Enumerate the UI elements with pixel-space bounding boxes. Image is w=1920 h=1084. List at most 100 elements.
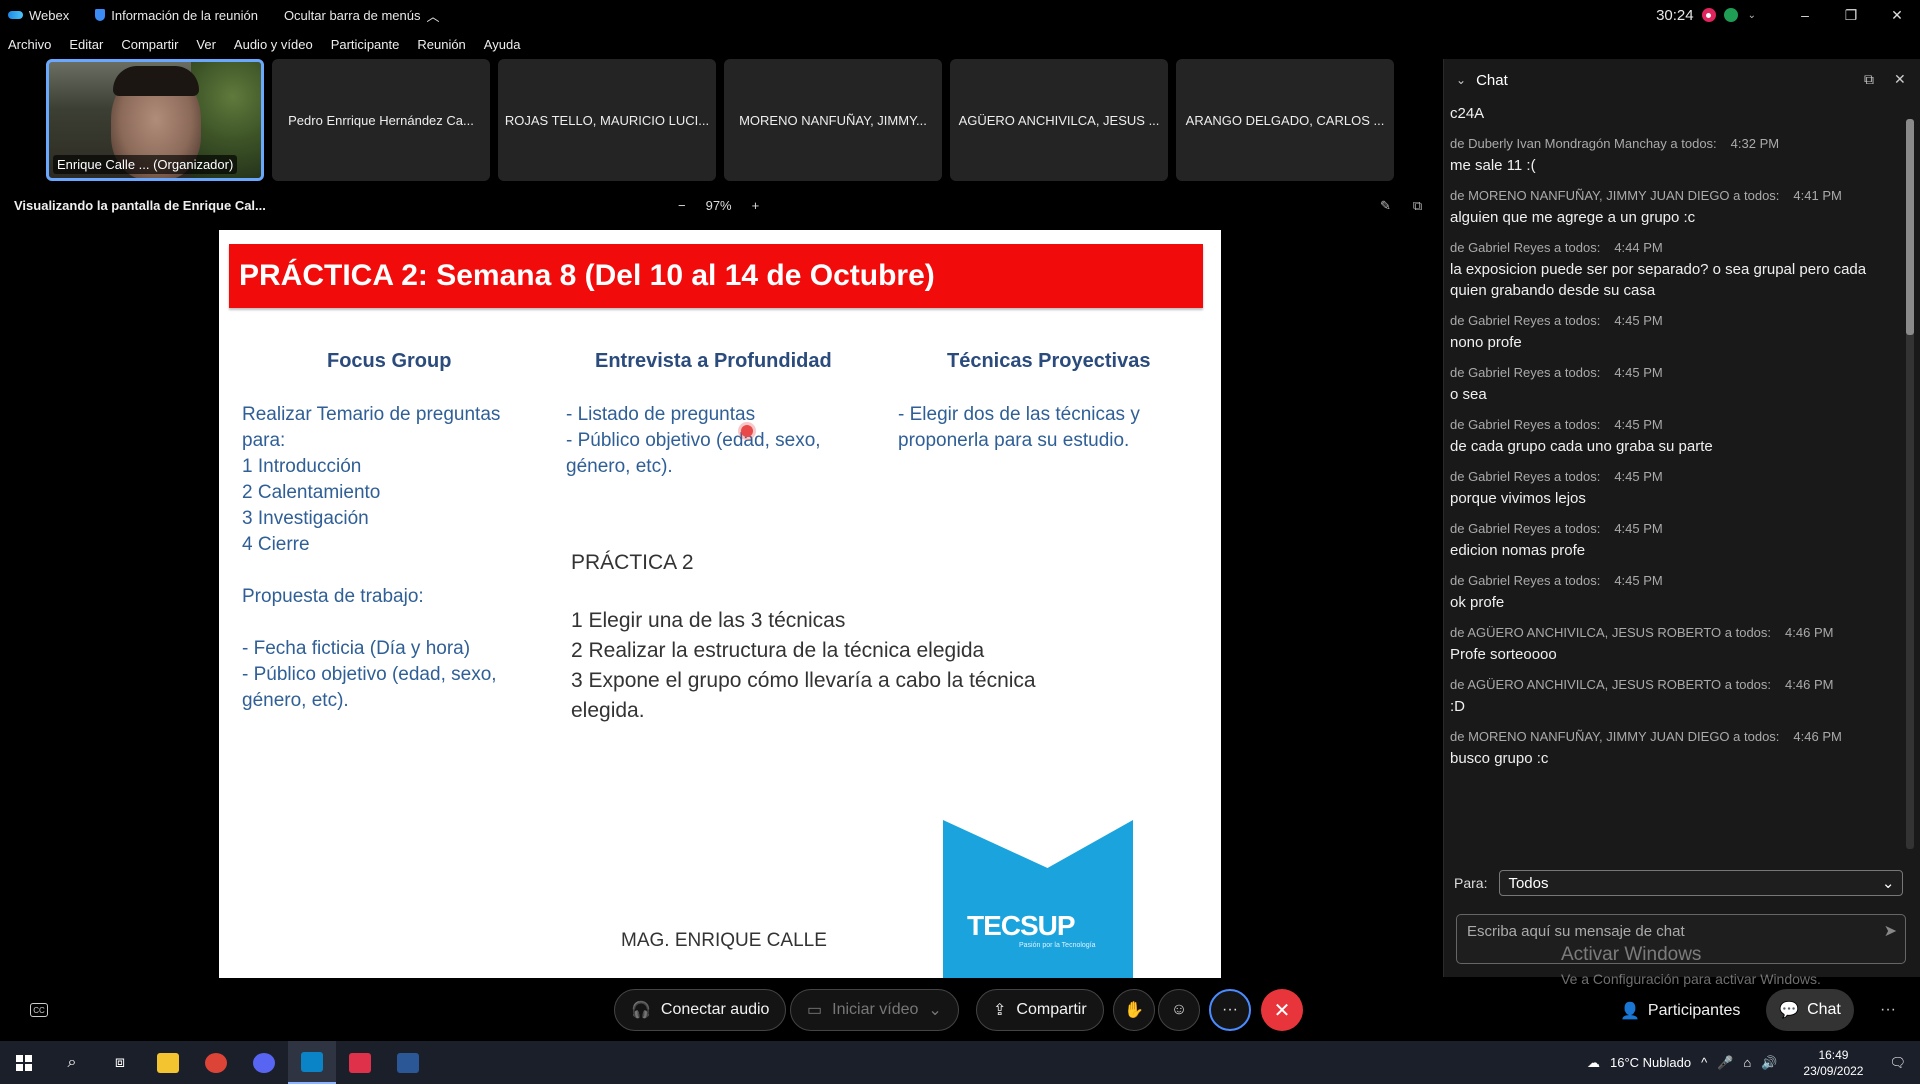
slide-line: - Público objetivo (edad, sexo, (242, 664, 497, 685)
collapse-chevron-icon[interactable]: ⌄ (1456, 73, 1466, 87)
raise-hand-button[interactable]: ✋ (1113, 989, 1155, 1031)
share-button[interactable]: ⇪ Compartir (976, 989, 1104, 1031)
headset-icon: 🎧 (631, 1002, 651, 1019)
discord-icon[interactable] (240, 1041, 288, 1084)
chevron-down-icon[interactable]: ⌄ (928, 1000, 941, 1020)
slide-line: 2 Realizar la estructura de la técnica e… (571, 639, 985, 662)
message-sender: de AGÜERO ANCHIVILCA, JESUS ROBERTO a to… (1450, 625, 1772, 640)
webex-taskbar-icon[interactable] (288, 1041, 336, 1084)
more-options-button[interactable]: ··· (1209, 989, 1251, 1031)
status-icon[interactable] (1723, 8, 1738, 22)
scrollbar-thumb[interactable] (1906, 119, 1914, 335)
connect-audio-button[interactable]: 🎧 Conectar audio (614, 989, 787, 1031)
restore-button[interactable]: ❐ (1828, 0, 1874, 30)
chat-message: de Gabriel Reyes a todos: 4:45 PM porque … (1450, 469, 1890, 509)
slide-spacer (242, 610, 532, 636)
file-explorer-icon[interactable] (144, 1041, 192, 1084)
participant-tile[interactable]: ROJAS TELLO, MAURICIO LUCI... (498, 59, 716, 181)
slide-line: - Elegir dos de las técnicas y (898, 404, 1140, 425)
chat-header: ⌄ Chat ⧉ ✕ (1444, 59, 1920, 101)
share-icon: ⇪ (993, 1002, 1007, 1019)
menu-ayuda[interactable]: Ayuda (484, 37, 521, 52)
leave-meeting-button[interactable]: ✕ (1261, 989, 1303, 1031)
message-sender: de Gabriel Reyes a todos: (1450, 573, 1601, 588)
zoom-in-button[interactable]: + (752, 198, 760, 213)
shield-icon (95, 9, 106, 21)
hide-menu-button[interactable]: Ocultar barra de menús ︿ (284, 6, 440, 25)
menu-audio-video[interactable]: Audio y vídeo (234, 37, 313, 52)
cloud-icon: ☁ (1586, 1054, 1600, 1070)
menu-participante[interactable]: Participante (331, 37, 400, 52)
slide-line: para: (242, 430, 286, 451)
zoom-level: 97% (705, 198, 732, 213)
connect-audio-label: Conectar audio (660, 1001, 770, 1018)
message-text: edicion nomas profe (1450, 542, 1586, 559)
menu-reunion[interactable]: Reunión (417, 37, 465, 52)
message-time: 4:45 PM (1614, 469, 1663, 484)
menu-editar[interactable]: Editar (69, 37, 103, 52)
close-window-button[interactable]: ✕ (1874, 0, 1920, 30)
weather-text[interactable]: 16°C Nublado (1610, 1055, 1691, 1070)
message-text: c24A (1450, 105, 1485, 122)
close-icon[interactable]: ✕ (1894, 71, 1906, 88)
windows-taskbar: ⌕ ⧈ ☁ 16°C Nublado ^ 🎤 ⌂ 🔊 16:49 23/09/2… (0, 1041, 1920, 1084)
chevron-up-icon[interactable]: ^ (1701, 1055, 1707, 1070)
search-icon[interactable]: ⌕ (48, 1041, 96, 1084)
title-bar: Webex Información de la reunión Ocultar … (0, 0, 1920, 30)
participant-tile[interactable]: ARANGO DELGADO, CARLOS ... (1176, 59, 1394, 181)
network-icon[interactable]: ⌂ (1743, 1055, 1751, 1070)
notification-icon[interactable]: 🗨 (1889, 1055, 1906, 1071)
practica-block: PRÁCTICA 2 1 Elegir una de las 3 técnica… (571, 548, 1036, 726)
reactions-button[interactable]: ☺ (1158, 989, 1200, 1031)
participant-name: Enrique Calle ... (Organizador) (53, 155, 238, 174)
minimize-button[interactable]: – (1782, 0, 1828, 30)
chat-message: de AGÜERO ANCHIVILCA, JESUS ROBERTO a to… (1450, 677, 1890, 717)
annotate-icon[interactable]: ✎ (1380, 198, 1391, 214)
activate-windows-watermark: Activar Windows (1561, 944, 1702, 965)
send-icon[interactable]: ➤ (1884, 921, 1897, 941)
fit-screen-icon[interactable]: ⧉ (1413, 198, 1422, 214)
clock[interactable]: 16:49 23/09/2022 (1803, 1047, 1863, 1079)
panel-options-icon[interactable]: ··· (1880, 1001, 1896, 1019)
meeting-controls: CC 🎧 Conectar audio ▭ Iniciar vídeo ⌄ ⇪ … (0, 983, 1920, 1041)
message-time: 4:45 PM (1614, 521, 1663, 536)
chrome-icon[interactable] (192, 1041, 240, 1084)
message-text: ok profe (1450, 594, 1505, 611)
slide-line: 1 Introducción (242, 456, 362, 477)
start-button[interactable] (0, 1041, 48, 1084)
message-text: me sale 11 :( (1450, 157, 1536, 174)
slide-title: PRÁCTICA 2: Semana 8 (Del 10 al 14 de Oc… (229, 244, 1203, 308)
chat-toggle-button[interactable]: 💬 Chat (1766, 989, 1854, 1031)
menu-ver[interactable]: Ver (196, 37, 216, 52)
volume-icon[interactable]: 🔊 (1761, 1055, 1777, 1071)
message-sender: de Gabriel Reyes a todos: (1450, 469, 1601, 484)
participant-tile[interactable]: MORENO NANFUÑAY, JIMMY... (724, 59, 942, 181)
pocket-icon[interactable] (336, 1041, 384, 1084)
chat-message: de Gabriel Reyes a todos: 4:45 PM ok prof… (1450, 573, 1890, 613)
participant-tile-self[interactable]: Enrique Calle ... (Organizador) (46, 59, 264, 181)
task-view-icon[interactable]: ⧈ (96, 1041, 144, 1084)
word-icon[interactable] (384, 1041, 432, 1084)
recording-icon[interactable] (1701, 8, 1716, 22)
col-body-entrevista: - Listado de preguntas - Público objetiv… (566, 402, 866, 480)
chat-toggle-label: Chat (1807, 1001, 1841, 1018)
participants-button[interactable]: 👤 Participantes (1620, 1001, 1740, 1021)
captions-icon[interactable]: CC (30, 1003, 48, 1017)
start-video-button[interactable]: ▭ Iniciar vídeo ⌄ (790, 989, 959, 1031)
zoom-out-button[interactable]: − (678, 198, 686, 213)
hand-icon: ✋ (1124, 1002, 1144, 1019)
clock-date: 23/09/2022 (1803, 1063, 1864, 1078)
participant-tile[interactable]: AGÜERO ANCHIVILCA, JESUS ... (950, 59, 1168, 181)
meeting-info-button[interactable]: Información de la reunión (95, 8, 258, 23)
recipient-select[interactable]: Todos ⌄ (1499, 870, 1904, 896)
chat-messages: c24A de Duberly Ivan Mondragón Manchay a… (1450, 103, 1890, 903)
chevron-down-icon[interactable]: ⌄ (1748, 10, 1756, 21)
microphone-icon[interactable]: 🎤 (1717, 1055, 1733, 1071)
participant-tile[interactable]: Pedro Enrrique Hernández Ca... (272, 59, 490, 181)
chat-scrollbar[interactable] (1903, 107, 1917, 863)
menu-archivo[interactable]: Archivo (8, 37, 51, 52)
popout-icon[interactable]: ⧉ (1864, 71, 1874, 88)
zoom-controls: − 97% + (678, 198, 759, 213)
chat-message: de AGÜERO ANCHIVILCA, JESUS ROBERTO a to… (1450, 625, 1890, 665)
menu-compartir[interactable]: Compartir (121, 37, 178, 52)
